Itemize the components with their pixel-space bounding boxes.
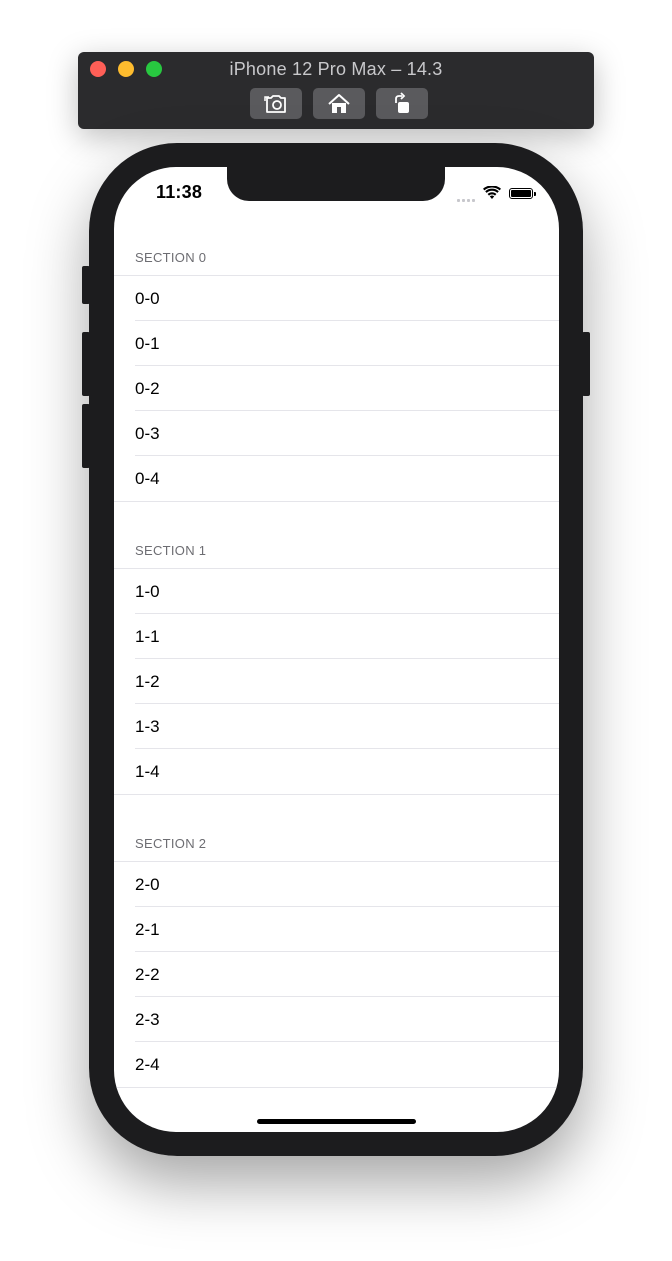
home-icon <box>328 93 350 113</box>
home-button[interactable] <box>313 88 365 119</box>
signal-dots-icon <box>457 190 475 202</box>
table-section-2: SECTION 2 2-0 2-1 2-2 2-3 2-4 <box>114 817 559 1110</box>
simulator-window: iPhone 12 Pro Max – 14.3 <box>78 52 594 129</box>
table-row[interactable]: 1-4 <box>114 749 559 795</box>
table-row[interactable]: 2-1 <box>114 907 559 952</box>
table-section-0: SECTION 0 0-0 0-1 0-2 0-3 0-4 <box>114 229 559 524</box>
table-row[interactable]: 2-0 <box>114 862 559 907</box>
table-row[interactable]: 2-2 <box>114 952 559 997</box>
status-time: 11:38 <box>156 182 203 202</box>
power-button[interactable] <box>582 332 590 396</box>
table-row[interactable]: 0-2 <box>114 366 559 411</box>
table-row[interactable]: 0-1 <box>114 321 559 366</box>
wifi-icon <box>483 186 501 199</box>
screenshot-button[interactable] <box>250 88 302 119</box>
table-row[interactable]: 0-4 <box>114 456 559 502</box>
table-view[interactable]: SECTION 0 0-0 0-1 0-2 0-3 0-4 SECTION 1 … <box>114 229 559 1110</box>
simulator-title: iPhone 12 Pro Max – 14.3 <box>229 59 443 79</box>
table-row[interactable]: 1-0 <box>114 569 559 614</box>
table-row[interactable]: 0-0 <box>114 276 559 321</box>
section-header: SECTION 2 <box>114 837 559 862</box>
table-row[interactable]: 1-1 <box>114 614 559 659</box>
battery-icon <box>509 187 536 199</box>
home-indicator[interactable] <box>257 1119 416 1124</box>
phone-screen: 11:38 SECTION 0 0-0 0-1 0-2 0-3 0-4 SECT… <box>114 167 559 1132</box>
section-header: SECTION 1 <box>114 544 559 569</box>
table-row[interactable]: 1-3 <box>114 704 559 749</box>
table-row[interactable]: 0-3 <box>114 411 559 456</box>
screenshot-camera-icon <box>264 94 286 113</box>
table-row[interactable]: 2-4 <box>114 1042 559 1088</box>
status-icons <box>457 183 536 203</box>
table-row[interactable]: 2-3 <box>114 997 559 1042</box>
table-section-1: SECTION 1 1-0 1-1 1-2 1-3 1-4 <box>114 524 559 817</box>
table-row[interactable]: 1-2 <box>114 659 559 704</box>
notch <box>227 167 445 201</box>
rotate-button[interactable] <box>376 88 428 119</box>
section-header: SECTION 0 <box>114 251 559 276</box>
rotate-icon <box>395 91 409 113</box>
